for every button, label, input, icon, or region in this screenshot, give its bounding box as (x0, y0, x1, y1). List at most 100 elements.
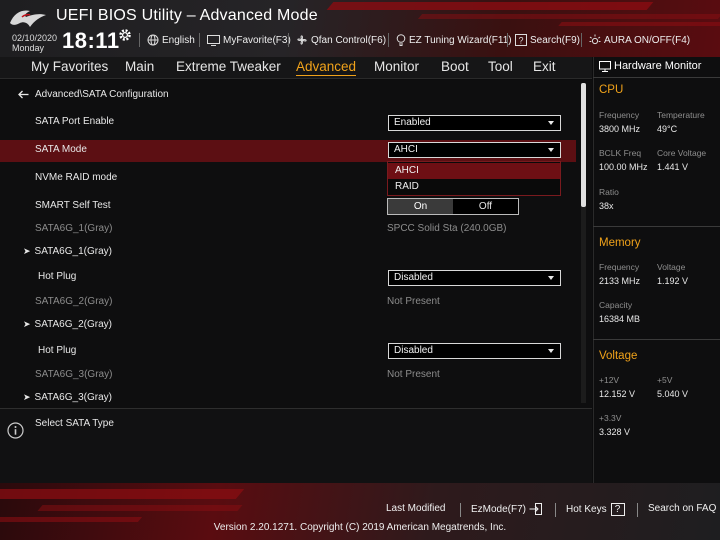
ezmode-label: EzMode(F7) (471, 503, 527, 515)
lightbulb-icon (396, 34, 406, 46)
hot-plug-1-value: Disabled (394, 272, 433, 283)
chevron-down-icon (548, 349, 554, 353)
tab-advanced[interactable]: Advanced (296, 59, 357, 76)
gear-icon[interactable] (118, 28, 132, 42)
v5-value: 5.040 V (657, 389, 689, 399)
last-modified-button[interactable]: Last Modified (386, 503, 445, 514)
hot-keys-label: Hot Keys (566, 504, 607, 515)
header-divider (507, 33, 508, 47)
tab-monitor[interactable]: Monitor (374, 59, 419, 74)
sata-port-enable-value: Enabled (394, 117, 431, 128)
scrollbar-thumb[interactable] (581, 83, 586, 207)
ez-tuning-button[interactable]: EZ Tuning Wizard(F11) (396, 32, 512, 48)
mem-capacity-value: 16384 MB (599, 314, 641, 324)
hot-plug-1-select[interactable]: Disabled (388, 270, 561, 286)
hot-plug-2-select[interactable]: Disabled (388, 343, 561, 359)
date-display: 02/10/2020 Monday (12, 33, 57, 53)
hot-keys-button[interactable]: Hot Keys ? (566, 503, 625, 516)
ratio-value: 38x (599, 201, 614, 211)
chevron-right-icon: ➤ (23, 246, 31, 256)
mem-frequency-value: 2133 MHz (599, 276, 641, 286)
hw-divider (593, 77, 720, 78)
header-divider (199, 33, 200, 47)
rog-logo-icon (10, 10, 46, 27)
language-button[interactable]: English (147, 32, 195, 48)
sata6g-1-submenu-label: SATA6G_1(Gray) (34, 246, 112, 257)
weekday-text: Monday (12, 43, 45, 53)
sata-port-enable-select[interactable]: Enabled (388, 115, 561, 131)
qfan-label: Qfan Control(F6) (311, 34, 387, 46)
sata-mode-label: SATA Mode (35, 144, 87, 155)
sata6g-1-submenu[interactable]: ➤ SATA6G_1(Gray) (23, 246, 112, 257)
bclk-value: 100.00 MHz (599, 162, 648, 172)
header-divider (139, 33, 140, 47)
nvme-raid-mode-label: NVMe RAID mode (35, 172, 118, 183)
cpu-frequency-value: 3800 MHz (599, 124, 641, 134)
ez-tuning-label: EZ Tuning Wizard(F11) (409, 34, 512, 46)
core-voltage-label: Core Voltage (657, 148, 707, 158)
qfan-button[interactable]: Qfan Control(F6) (296, 32, 386, 48)
myfavorite-button[interactable]: MyFavorite(F3) (207, 32, 291, 48)
hardware-monitor-title-text: Hardware Monitor (614, 60, 702, 72)
tab-tool[interactable]: Tool (488, 59, 513, 74)
exit-arrow-icon (529, 503, 543, 515)
sata6g-1-device: SPCC Solid Sta (240.0GB) (387, 223, 507, 234)
v33-label: +3.3V (599, 413, 622, 423)
v5-label: +5V (657, 375, 673, 385)
svg-text:?: ? (518, 36, 523, 46)
mem-capacity-label: Capacity (599, 300, 633, 310)
breadcrumb[interactable]: Advanced\SATA Configuration (18, 89, 169, 100)
sata6g-1-label: SATA6G_1(Gray) (35, 223, 113, 234)
sata6g-2-device: Not Present (387, 296, 440, 307)
footer-divider (555, 503, 556, 517)
hw-divider (593, 339, 720, 340)
dropdown-option-raid[interactable]: RAID (388, 179, 560, 195)
main-menu-bar: My Favorites Main Extreme Tweaker Advanc… (0, 57, 592, 79)
chevron-down-icon (548, 121, 554, 125)
search-faq-button[interactable]: Search on FAQ (648, 503, 716, 514)
sata6g-2-submenu-label: SATA6G_2(Gray) (34, 319, 112, 330)
tab-extreme-tweaker[interactable]: Extreme Tweaker (176, 59, 281, 74)
globe-icon (147, 34, 159, 46)
tab-my-favorites[interactable]: My Favorites (31, 59, 108, 74)
hw-cpu-heading: CPU (599, 84, 624, 96)
sata-mode-select[interactable]: AHCI (388, 142, 561, 158)
smart-self-test-toggle[interactable]: On Off (387, 198, 519, 215)
toggle-off-option[interactable]: Off (453, 199, 518, 214)
ezmode-button[interactable]: EzMode(F7) (471, 503, 543, 515)
search-button[interactable]: ? Search(F9) (515, 32, 580, 48)
aura-button[interactable]: AURA ON/OFF(F4) (589, 32, 690, 48)
bclk-label: BCLK Freq (599, 148, 642, 158)
breadcrumb-text: Advanced\SATA Configuration (35, 89, 169, 100)
mem-frequency-label: Frequency (599, 262, 640, 272)
tab-main[interactable]: Main (125, 59, 154, 74)
tab-exit[interactable]: Exit (533, 59, 556, 74)
cpu-temperature-label: Temperature (657, 110, 705, 120)
chevron-right-icon: ➤ (23, 319, 31, 329)
tab-boot[interactable]: Boot (441, 59, 469, 74)
hw-divider (593, 226, 720, 227)
aura-label: AURA ON/OFF(F4) (604, 34, 691, 46)
monitor-icon (599, 60, 611, 72)
sata-port-enable-label: SATA Port Enable (35, 116, 115, 127)
hot-plug-2-label: Hot Plug (38, 345, 77, 356)
toggle-on-option[interactable]: On (388, 199, 453, 214)
copyright-text: Version 2.20.1271. Copyright (C) 2019 Am… (213, 522, 507, 533)
sata6g-3-submenu-label: SATA6G_3(Gray) (34, 392, 112, 403)
sata6g-3-label: SATA6G_3(Gray) (35, 369, 113, 380)
sata6g-2-submenu[interactable]: ➤ SATA6G_2(Gray) (23, 319, 112, 330)
chevron-down-icon (548, 276, 554, 280)
hardware-monitor-title: Hardware Monitor (599, 60, 701, 72)
back-arrow-icon[interactable] (18, 90, 29, 99)
hw-voltage-heading: Voltage (599, 350, 638, 362)
sata6g-3-submenu[interactable]: ➤ SATA6G_3(Gray) (23, 392, 112, 404)
sata-mode-dropdown: AHCI RAID (387, 161, 561, 196)
header-divider (388, 33, 389, 47)
dropdown-option-ahci[interactable]: AHCI (388, 163, 560, 179)
aura-light-icon (589, 34, 601, 45)
smart-self-test-label: SMART Self Test (35, 200, 111, 211)
mem-voltage-label: Voltage (657, 262, 686, 272)
ratio-label: Ratio (599, 187, 619, 197)
help-key-icon: ? (610, 503, 625, 516)
search-help-icon: ? (515, 34, 527, 46)
